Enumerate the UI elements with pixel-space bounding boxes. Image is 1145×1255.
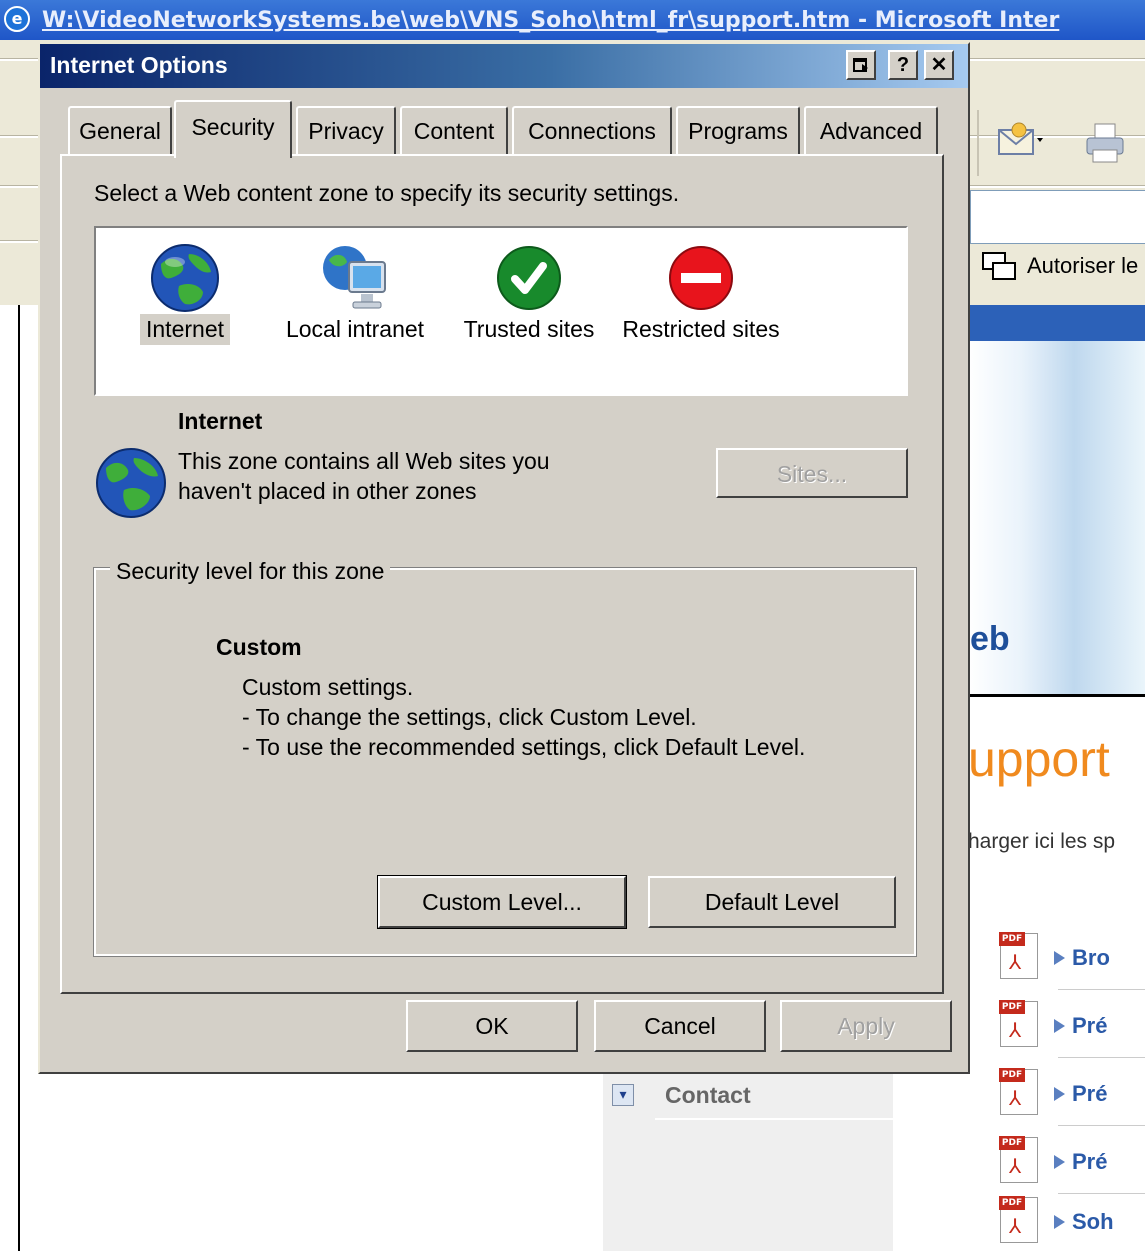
print-icon[interactable] <box>1085 122 1125 164</box>
banner-bottom-line <box>968 694 1145 697</box>
cancel-button-label: Cancel <box>644 1013 716 1039</box>
list-item[interactable]: PDF ⅄ Bro <box>990 925 1145 991</box>
sites-button-label: Sites... <box>776 461 848 487</box>
document-link[interactable]: Bro <box>1072 945 1110 971</box>
arrow-right-icon <box>1054 1155 1065 1169</box>
page-left-border <box>0 305 20 1251</box>
chevron-down-icon[interactable]: ▾ <box>612 1084 634 1106</box>
tab-label: Content <box>413 118 495 144</box>
browser-toolbar-buttons <box>975 110 1145 180</box>
security-level-description: Custom settings. - To change the setting… <box>242 674 806 760</box>
minimize-to-tray-button[interactable] <box>846 50 876 80</box>
tab-label: Security <box>191 114 275 140</box>
zone-internet[interactable]: Internet <box>100 228 270 394</box>
support-heading: upport <box>968 731 1110 787</box>
security-level-name: Custom <box>216 634 302 660</box>
pdf-icon: PDF ⅄ <box>999 1000 1038 1047</box>
list-item[interactable]: PDF ⅄ Soh <box>990 1189 1145 1255</box>
list-divider <box>1058 1125 1145 1126</box>
list-divider <box>1058 1057 1145 1058</box>
sites-button[interactable]: Sites... <box>716 448 908 498</box>
close-icon: ✕ <box>930 54 948 76</box>
pdf-icon: PDF ⅄ <box>999 1068 1038 1115</box>
document-link[interactable]: Soh <box>1072 1209 1114 1235</box>
apply-button-label: Apply <box>837 1013 895 1039</box>
security-level-group-label: Security level for this zone <box>110 558 391 585</box>
help-button[interactable]: ? <box>888 50 918 80</box>
document-link[interactable]: Pré <box>1072 1013 1107 1039</box>
tab-label: General <box>79 118 161 144</box>
arrow-right-icon <box>1054 1087 1065 1101</box>
tab-connections[interactable]: Connections <box>512 106 672 156</box>
apply-button[interactable]: Apply <box>780 1000 952 1052</box>
arrow-right-icon <box>1054 1215 1065 1229</box>
tab-content[interactable]: Content <box>400 106 508 156</box>
pdf-icon: PDF ⅄ <box>999 1196 1038 1243</box>
pdf-icon: PDF ⅄ <box>999 1136 1038 1183</box>
authorize-label: Autoriser le <box>1027 253 1139 278</box>
nav-divider <box>655 1118 893 1120</box>
tab-security[interactable]: Security <box>174 100 292 158</box>
dialog-title-bar[interactable]: Internet Options ? ✕ <box>40 44 968 88</box>
zone-restricted-sites[interactable]: Restricted sites <box>616 228 786 394</box>
pdf-icon: PDF ⅄ <box>999 932 1038 979</box>
restore-icon <box>853 58 868 72</box>
tab-general[interactable]: General <box>68 106 172 156</box>
monitor-icon <box>982 252 1016 280</box>
zone-list: Internet Local intranet Trusted sites Re… <box>94 226 908 396</box>
ok-button[interactable]: OK <box>406 1000 578 1052</box>
close-button[interactable]: ✕ <box>924 50 954 80</box>
zone-instruction-text: Select a Web content zone to specify its… <box>94 180 680 206</box>
cancel-button[interactable]: Cancel <box>594 1000 766 1052</box>
dialog-title: Internet Options <box>50 52 228 78</box>
tab-label: Privacy <box>308 118 384 144</box>
toolbar-separator <box>977 110 979 176</box>
list-divider <box>1058 989 1145 990</box>
ie-logo-icon: e <box>4 6 30 32</box>
tab-advanced[interactable]: Advanced <box>804 106 938 156</box>
document-list: PDF ⅄ Bro PDF ⅄ Pré PDF ⅄ Pré PDF ⅄ Pré PDF ⅄… <box>990 925 1145 1251</box>
selected-zone-description: This zone contains all Web sites you hav… <box>178 448 550 504</box>
tab-label: Connections <box>528 118 656 144</box>
custom-level-button[interactable]: Custom Level... <box>377 875 627 929</box>
zone-trusted-sites[interactable]: Trusted sites <box>444 228 614 394</box>
arrow-right-icon <box>1054 1019 1065 1033</box>
intranet-icon <box>323 246 386 309</box>
internet-options-dialog: Internet Options ? ✕ General Security Pr… <box>38 42 970 1074</box>
list-item[interactable]: PDF ⅄ Pré <box>990 993 1145 1059</box>
browser-title-bar: e W:\VideoNetworkSystems.be\web\VNS_Soho… <box>0 0 1145 40</box>
ok-button-label: OK <box>475 1013 509 1039</box>
tab-privacy[interactable]: Privacy <box>296 106 396 156</box>
browser-title: W:\VideoNetworkSystems.be\web\VNS_Soho\h… <box>42 8 1060 33</box>
default-level-button[interactable]: Default Level <box>648 876 896 928</box>
custom-level-button-label: Custom Level... <box>422 889 582 915</box>
tab-label: Programs <box>688 118 788 144</box>
selected-zone-name: Internet <box>178 408 263 434</box>
list-item[interactable]: PDF ⅄ Pré <box>990 1129 1145 1195</box>
restricted-icon <box>669 246 733 310</box>
list-item[interactable]: PDF ⅄ Pré <box>990 1061 1145 1127</box>
document-link[interactable]: Pré <box>1072 1081 1107 1107</box>
document-link[interactable]: Pré <box>1072 1149 1107 1175</box>
trusted-check-icon <box>497 246 561 310</box>
default-level-button-label: Default Level <box>704 889 840 915</box>
zone-label: Local intranet <box>285 316 425 342</box>
tab-programs[interactable]: Programs <box>676 106 800 156</box>
banner-logo-text: eb <box>970 620 1010 658</box>
zone-label: Restricted sites <box>622 316 780 342</box>
support-description: harger ici les sp <box>968 830 1116 853</box>
globe-icon <box>96 448 166 518</box>
nav-item-contact[interactable]: Contact <box>665 1082 751 1109</box>
zone-label: Internet <box>140 314 230 345</box>
address-bar[interactable] <box>970 190 1145 244</box>
tab-label: Advanced <box>819 118 923 144</box>
globe-icon <box>151 244 219 312</box>
arrow-right-icon <box>1054 951 1065 965</box>
site-header-bar <box>968 305 1145 341</box>
help-icon: ? <box>896 54 910 76</box>
authorize-content-button[interactable]: Autoriser le <box>975 245 1145 289</box>
zone-label: Trusted sites <box>463 316 595 342</box>
zone-local-intranet[interactable]: Local intranet <box>270 228 440 394</box>
mail-icon[interactable] <box>997 122 1043 160</box>
